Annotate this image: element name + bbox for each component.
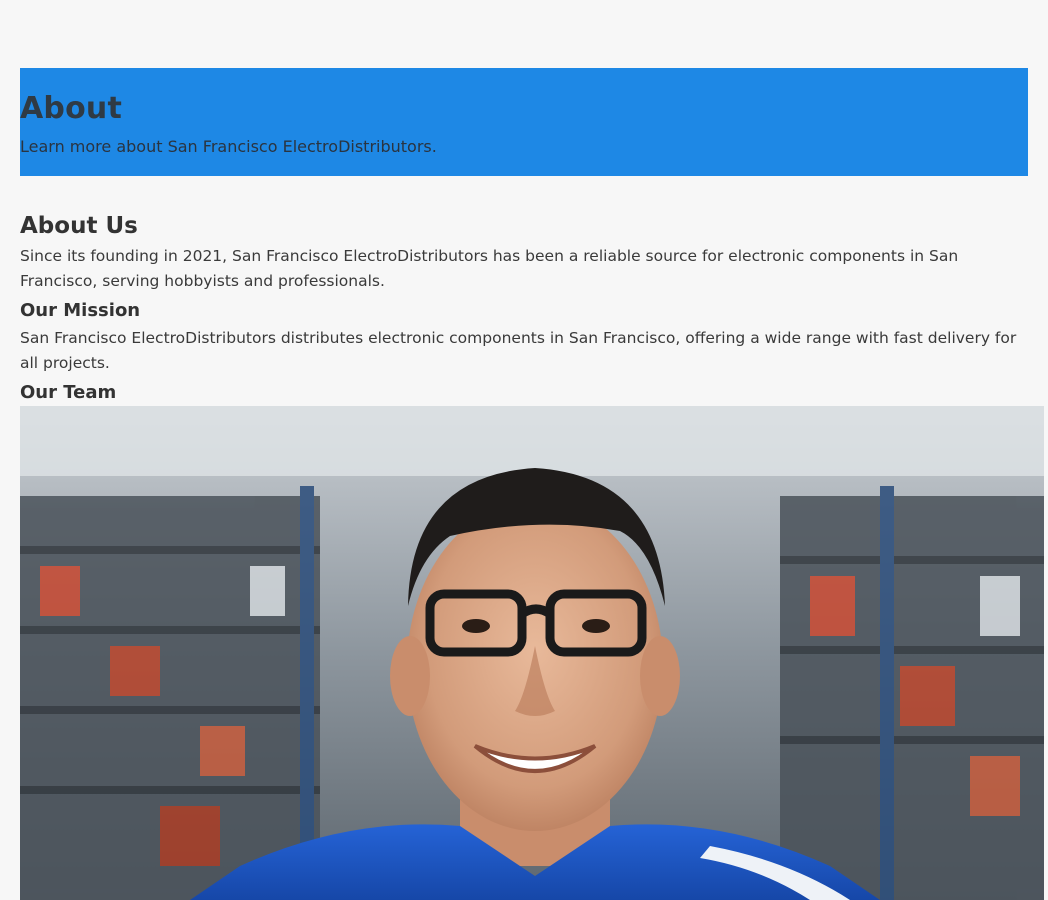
about-us-text: Since its founding in 2021, San Francisc… [20,247,959,290]
team-member-photo [20,406,1044,900]
about-content: About Us Since its founding in 2021, San… [20,208,1020,408]
page-title: About [20,91,123,126]
page-subtitle: Learn more about San Francisco ElectroDi… [20,137,437,156]
team-member-photo-illustration [20,406,1044,900]
our-mission-text: San Francisco ElectroDistributors distri… [20,329,1017,372]
page-hero-banner: About Learn more about San Francisco Ele… [20,68,1028,176]
about-us-heading: About Us [20,213,138,239]
our-team-heading: Our Team [20,382,117,403]
our-mission-heading: Our Mission [20,300,141,321]
